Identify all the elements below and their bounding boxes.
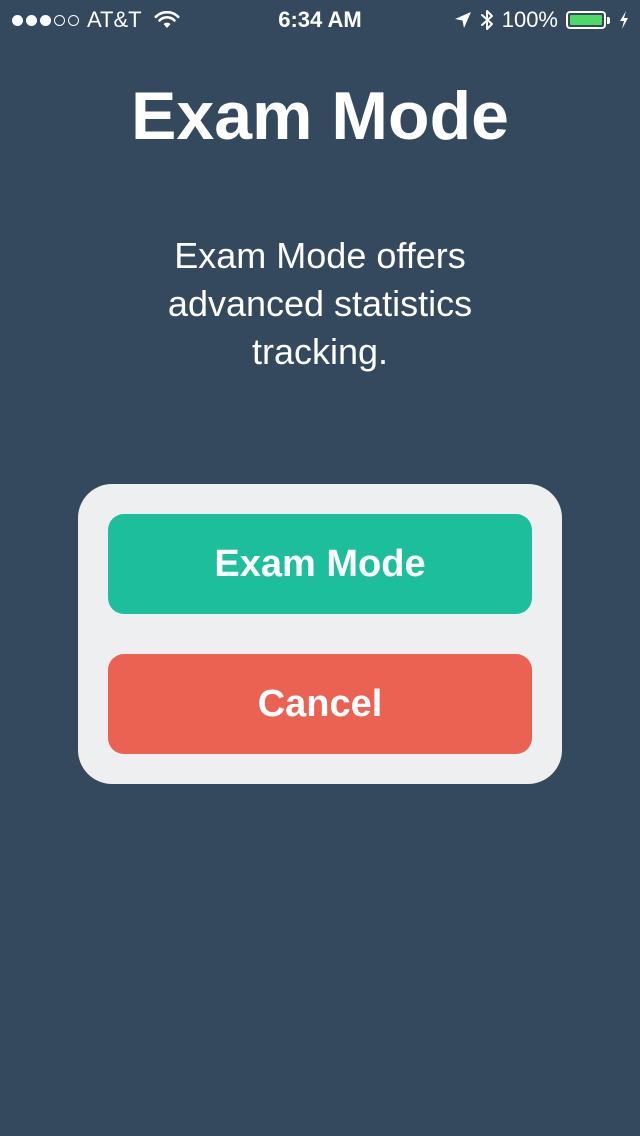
cancel-button[interactable]: Cancel bbox=[108, 654, 532, 754]
battery-icon bbox=[566, 11, 610, 29]
page-title: Exam Mode bbox=[131, 78, 509, 154]
battery-fill bbox=[570, 15, 602, 25]
bluetooth-icon bbox=[480, 10, 493, 30]
exam-mode-button[interactable]: Exam Mode bbox=[108, 514, 532, 614]
charging-bolt-icon bbox=[620, 11, 628, 29]
status-bar: AT&T 6:34 AM 100% bbox=[0, 0, 640, 40]
battery-percent: 100% bbox=[501, 7, 558, 32]
mode-dialog: Exam Mode Cancel bbox=[78, 484, 562, 784]
description-text: Exam Mode offers advanced statistics tra… bbox=[167, 235, 473, 372]
status-right: 100% bbox=[454, 6, 630, 34]
location-arrow-icon bbox=[454, 12, 471, 28]
